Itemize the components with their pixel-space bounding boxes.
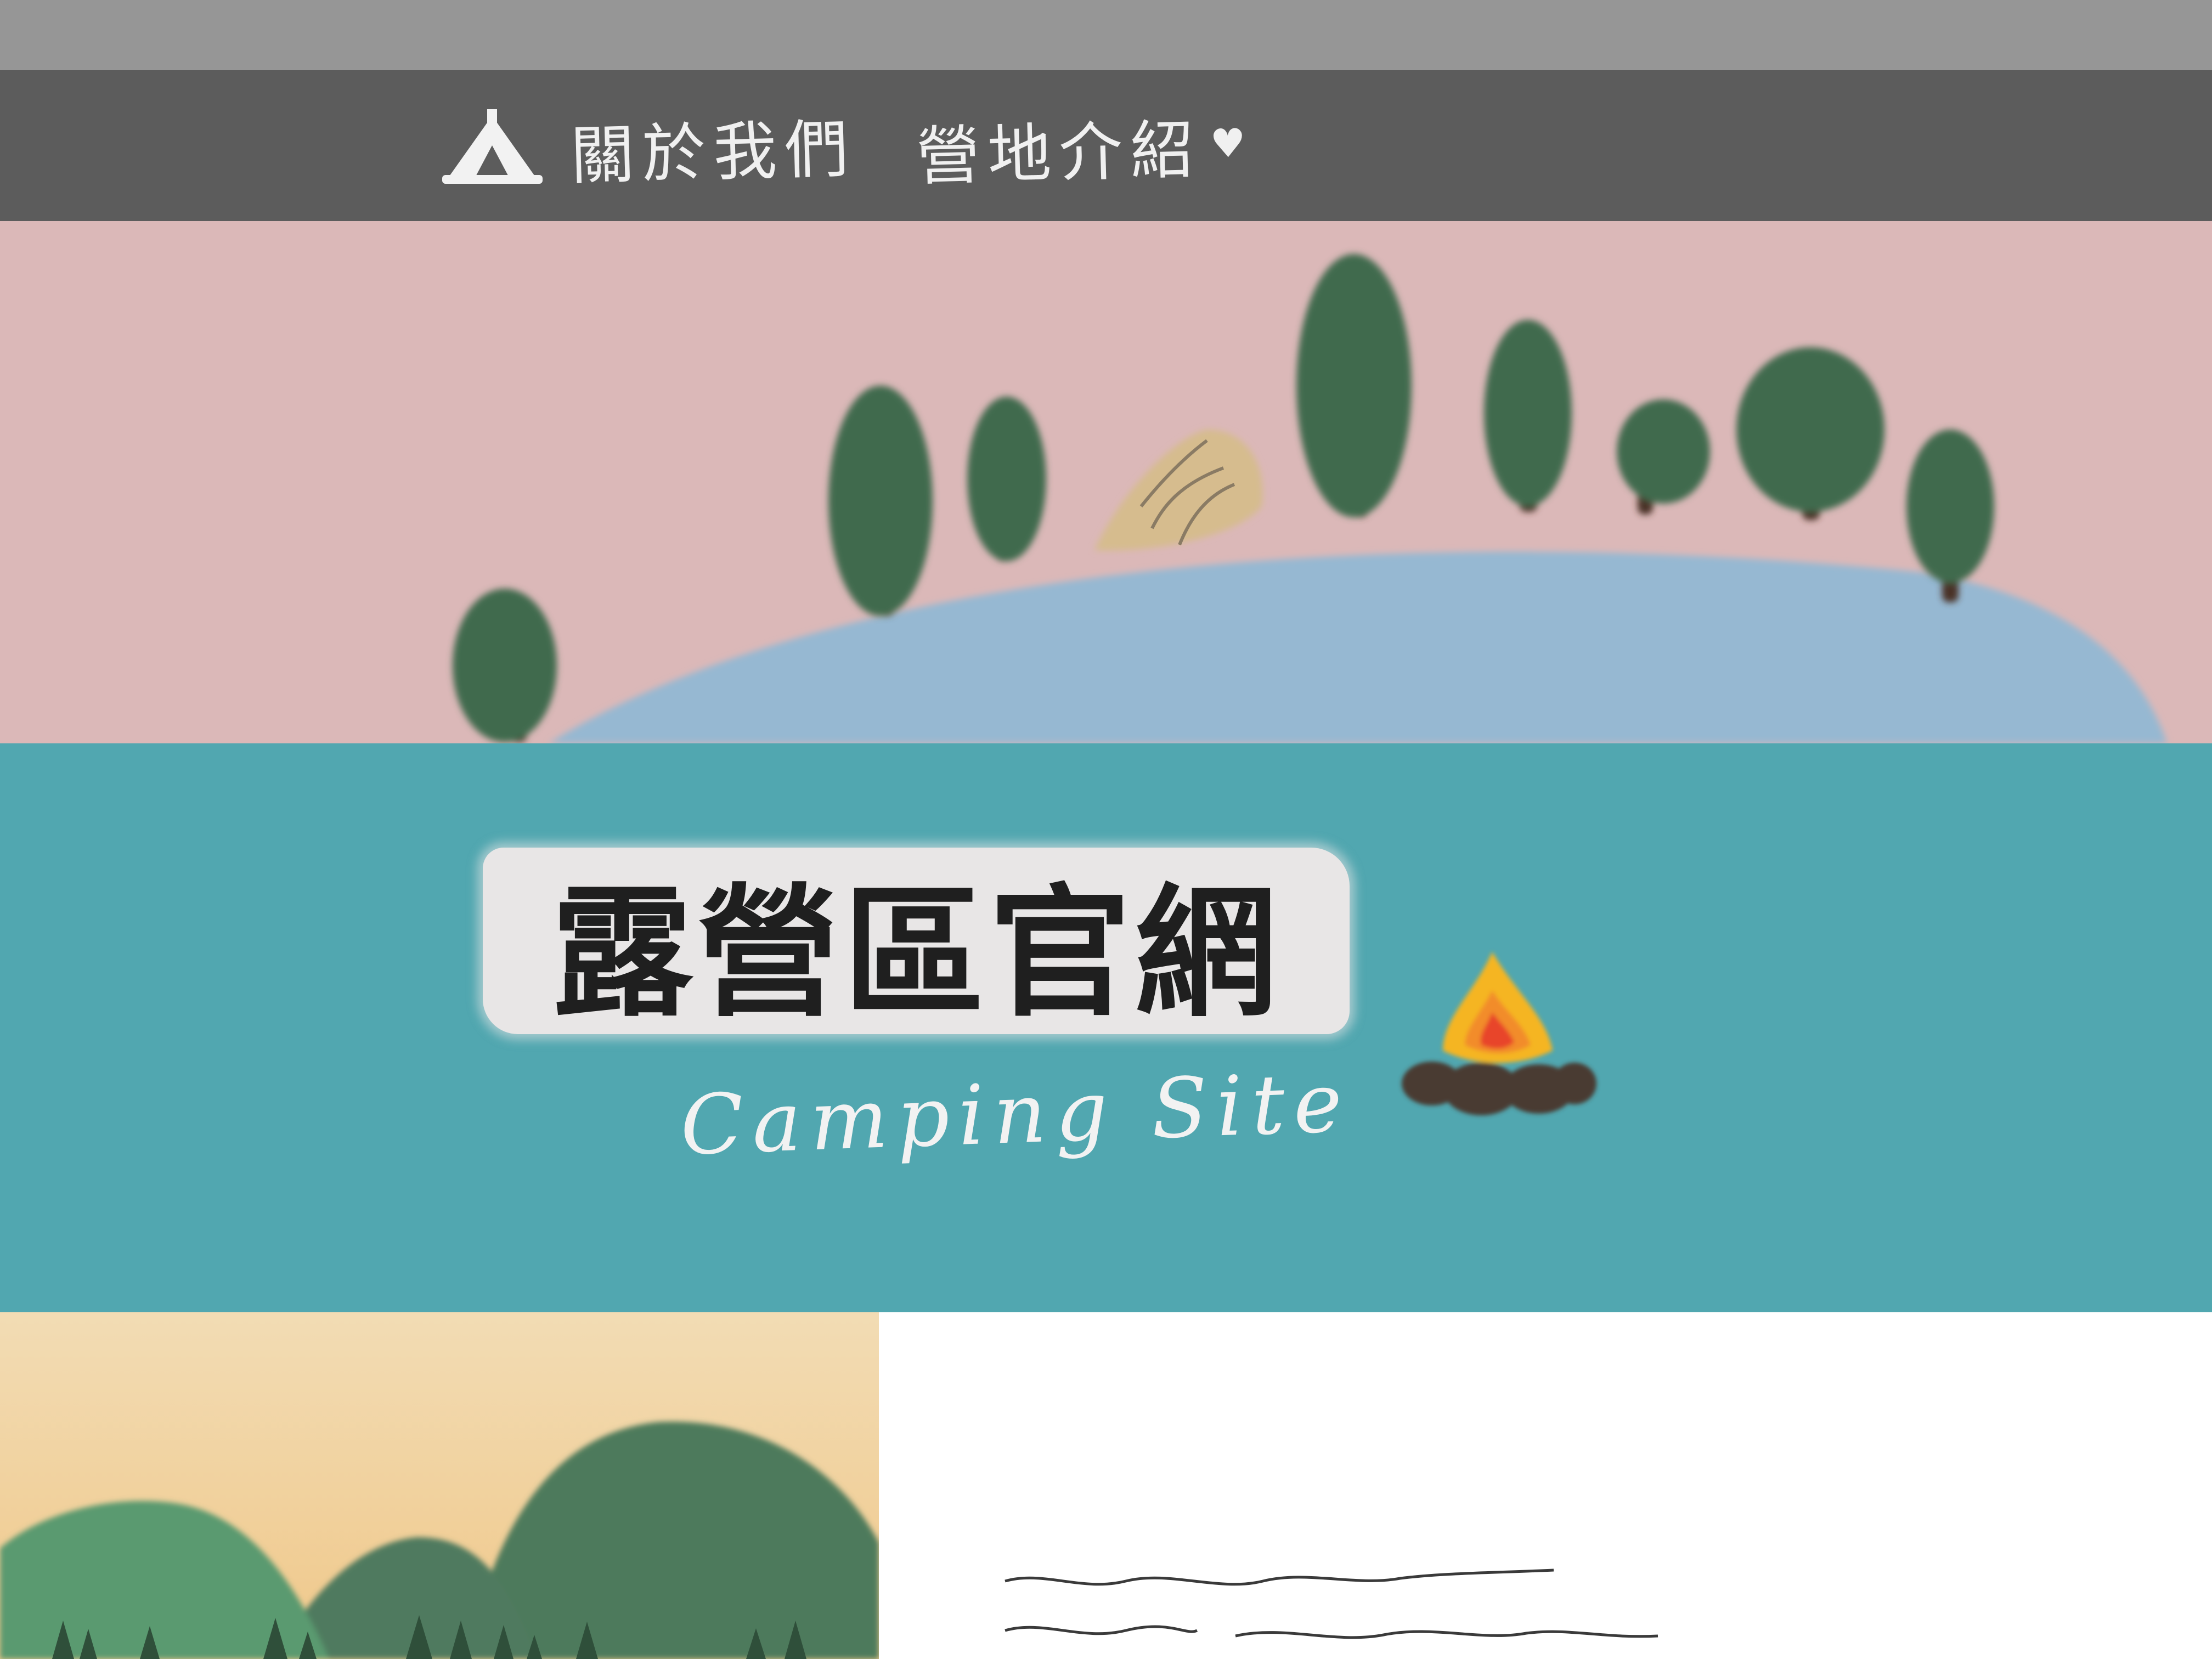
nav-link-campsite[interactable]: 營地介紹 ♥: [915, 97, 1255, 198]
site-title: 露營區官網: [551, 871, 1281, 1036]
site-subtitle: Camping Site: [679, 1054, 1353, 1174]
intro-text-lines: [1005, 1568, 1658, 1639]
intro-section: [879, 1312, 2212, 1659]
nav-inner: 關於我們 營地介紹 ♥: [439, 98, 1314, 196]
browser-top-strip: [0, 0, 2212, 70]
hill-scene: [453, 254, 2167, 743]
nav-link-about-label: 關於我們: [569, 112, 857, 194]
blue-hill: [549, 551, 2167, 743]
tree: [1617, 399, 1710, 515]
navbar: 關於我們 營地介紹 ♥: [0, 70, 2212, 221]
hero-illustration: [0, 221, 2212, 743]
tree: [453, 589, 557, 742]
mountain-scene: [0, 1312, 879, 1659]
tree: [1484, 320, 1572, 512]
tent-icon[interactable]: [439, 106, 546, 188]
tree: [967, 397, 1046, 561]
title-box: 露營區官網: [483, 848, 1350, 1036]
hero-title-band: 露營區官網 Camping Site: [0, 743, 2212, 1312]
nav-link-about[interactable]: 關於我們: [569, 97, 857, 197]
tree: [1736, 347, 1884, 520]
tent-illustration: [1094, 430, 1263, 551]
tree: [828, 386, 933, 616]
nav-link-campsite-label: 營地介紹: [915, 112, 1203, 195]
tree: [1296, 254, 1412, 517]
campfire-icon: [1402, 952, 1596, 1115]
mountain-illustration: [0, 1312, 879, 1659]
heart-icon: ♥: [1209, 119, 1254, 167]
